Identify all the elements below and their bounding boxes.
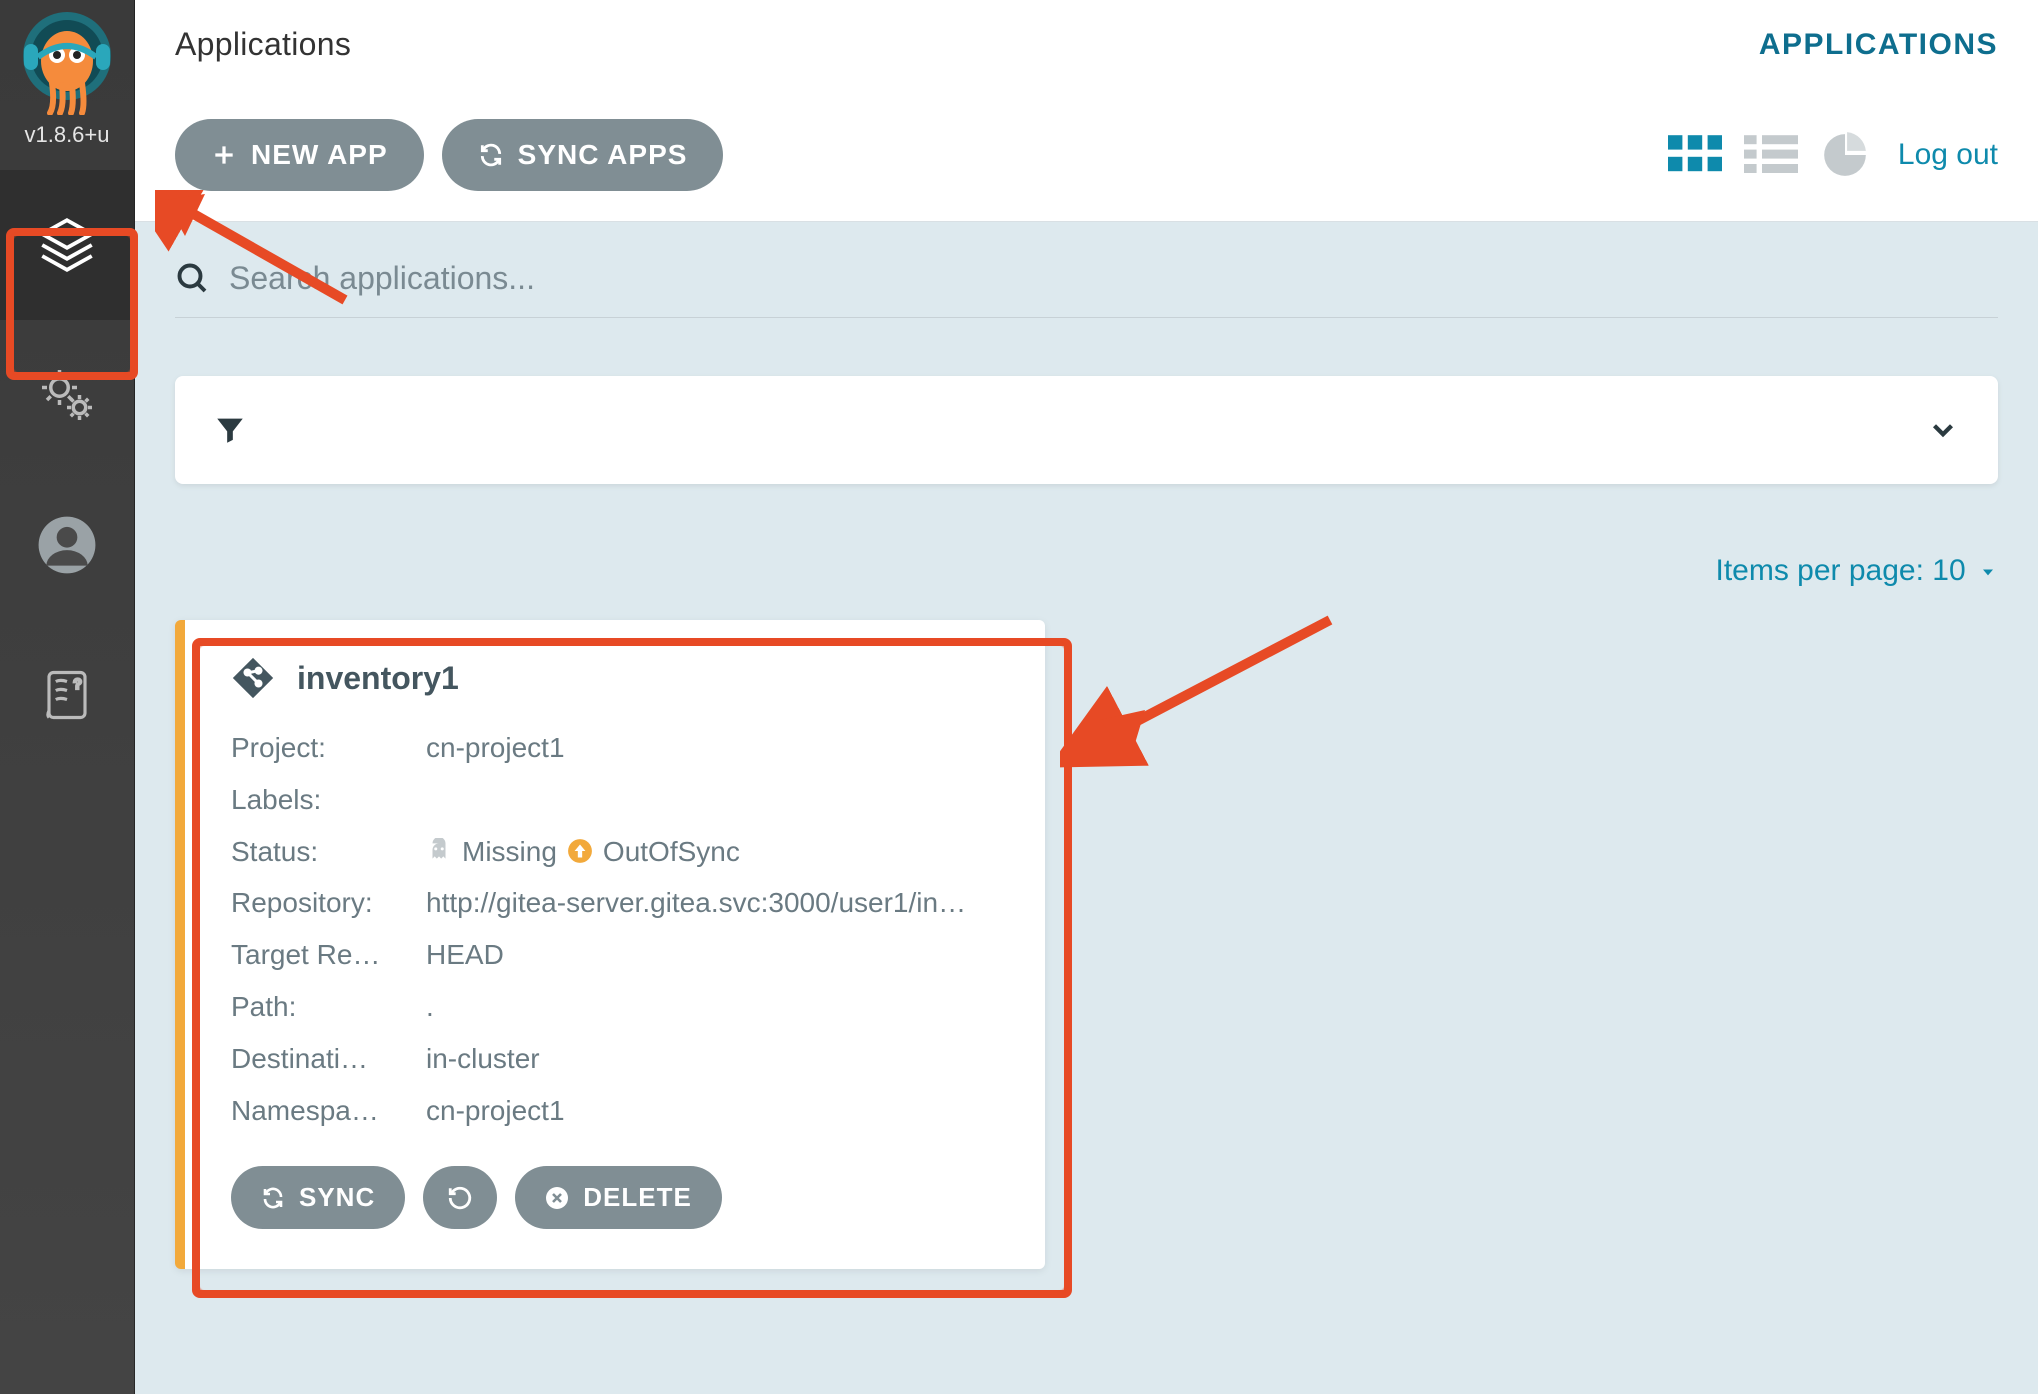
ghost-icon <box>426 838 452 864</box>
svg-text:?: ? <box>74 676 82 691</box>
sync-apps-label: SYNC APPS <box>518 139 688 171</box>
status-outofsync: OutOfSync <box>603 826 740 878</box>
value-repo: http://gitea-server.gitea.svc:3000/user1… <box>426 877 1007 929</box>
breadcrumb[interactable]: APPLICATIONS <box>1759 28 1998 62</box>
sync-apps-button[interactable]: SYNC APPS <box>442 119 724 191</box>
label-status: Status: <box>231 826 426 878</box>
search-icon <box>175 261 211 297</box>
nav-docs[interactable]: ? <box>0 620 134 770</box>
card-sync-label: SYNC <box>299 1182 375 1213</box>
items-per-page[interactable]: Items per page: 10 <box>175 554 1998 588</box>
new-app-label: NEW APP <box>251 139 388 171</box>
value-path: . <box>426 981 1007 1033</box>
gears-icon <box>37 365 97 425</box>
caret-down-icon <box>1978 562 1998 582</box>
view-tiles-icon[interactable] <box>1668 133 1722 177</box>
nav-sidebar: v1.8.6+u <box>0 0 135 1394</box>
label-repo: Repository: <box>231 877 426 929</box>
sync-icon <box>478 142 504 168</box>
view-pie-icon[interactable] <box>1820 130 1870 180</box>
docs-icon: ? <box>40 668 94 722</box>
card-delete-label: DELETE <box>583 1182 692 1213</box>
view-list-icon[interactable] <box>1744 133 1798 177</box>
value-status: Missing OutOfSync <box>426 826 1007 878</box>
version-label: v1.8.6+u <box>24 122 109 148</box>
status-missing: Missing <box>462 826 557 878</box>
sync-icon <box>261 1186 285 1210</box>
card-refresh-button[interactable] <box>423 1166 497 1229</box>
page-title: Applications <box>175 26 351 63</box>
filter-bar[interactable] <box>175 376 1998 484</box>
search-input[interactable] <box>229 260 1998 297</box>
label-namespace: Namespa… <box>231 1085 426 1137</box>
label-target-rev: Target Re… <box>231 929 426 981</box>
plus-icon <box>211 142 237 168</box>
label-path: Path: <box>231 981 426 1033</box>
user-circle-icon <box>36 514 98 576</box>
value-labels <box>426 774 1007 826</box>
content-region: Items per page: 10 inventory1 Project:cn… <box>135 222 2038 1394</box>
filter-icon <box>213 413 247 447</box>
delete-icon <box>545 1186 569 1210</box>
main-region: Applications APPLICATIONS NEW APP SYNC A… <box>135 0 2038 1394</box>
side-nav: ? <box>0 170 134 770</box>
chevron-down-icon <box>1926 413 1960 447</box>
card-sync-button[interactable]: SYNC <box>231 1166 405 1229</box>
pager-label: Items per page: 10 <box>1716 554 1966 587</box>
label-project: Project: <box>231 722 426 774</box>
value-target-rev: HEAD <box>426 929 1007 981</box>
argo-logo <box>13 8 121 116</box>
new-app-button[interactable]: NEW APP <box>175 119 424 191</box>
search-bar <box>175 252 1998 318</box>
value-project: cn-project1 <box>426 722 1007 774</box>
value-namespace: cn-project1 <box>426 1085 1007 1137</box>
label-destination: Destinati… <box>231 1033 426 1085</box>
nav-applications[interactable] <box>0 170 134 320</box>
card-delete-button[interactable]: DELETE <box>515 1166 722 1229</box>
git-icon <box>231 656 275 700</box>
value-destination: in-cluster <box>426 1033 1007 1085</box>
application-tile[interactable]: inventory1 Project:cn-project1 Labels: S… <box>175 620 1045 1269</box>
refresh-icon <box>447 1185 473 1211</box>
logout-link[interactable]: Log out <box>1898 138 1998 172</box>
nav-settings[interactable] <box>0 320 134 470</box>
arrow-up-circle-icon <box>567 838 593 864</box>
topbar: Applications APPLICATIONS NEW APP SYNC A… <box>135 0 2038 222</box>
layers-icon <box>34 212 100 278</box>
nav-user[interactable] <box>0 470 134 620</box>
app-name: inventory1 <box>297 660 459 697</box>
label-labels: Labels: <box>231 774 426 826</box>
